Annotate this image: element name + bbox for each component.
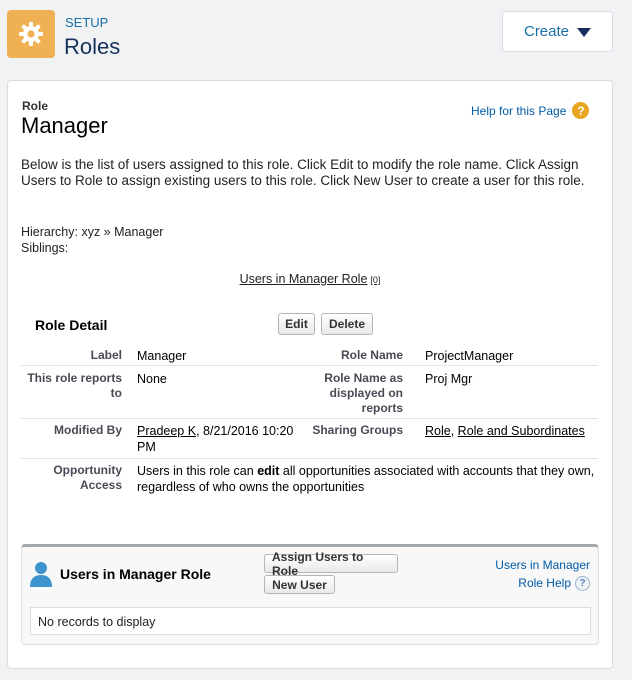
related-list-title: Users in Manager Role xyxy=(60,566,211,582)
question-icon: ? xyxy=(572,102,590,119)
hierarchy-info: Hierarchy: xyz » Manager Siblings: xyxy=(21,224,163,256)
sharing-group-role-link[interactable]: Role xyxy=(425,424,451,438)
opportunity-access-label: Opportunity Access xyxy=(53,463,122,492)
role-detail-title: Role Detail xyxy=(35,317,108,333)
opportunity-text-pre: Users in this role can xyxy=(137,464,258,478)
question-icon: ? xyxy=(575,576,590,592)
detail-row: Opportunity Access Users in this role ca… xyxy=(21,459,598,503)
display-name-label: Role Name as displayed on reports xyxy=(324,371,403,415)
modified-by-label: Modified By xyxy=(54,423,122,437)
role-label: Role xyxy=(22,99,49,113)
new-user-button[interactable]: New User xyxy=(264,575,335,594)
reports-to-label: This role reports to xyxy=(27,371,122,400)
help-for-page-link[interactable]: Help for this Page ? xyxy=(471,102,590,119)
hierarchy-label: Hierarchy: xyxy=(21,225,78,239)
role-name-field-value: ProjectManager xyxy=(425,349,514,363)
empty-records-message: No records to display xyxy=(30,607,591,635)
role-description: Below is the list of users assigned to t… xyxy=(21,157,585,188)
sharing-group-role-subordinates-link[interactable]: Role and Subordinates xyxy=(458,424,585,438)
help-link-label: Help for this Page xyxy=(471,103,567,118)
related-list-link-bar: Users in Manager Role [0] xyxy=(8,272,612,286)
sharing-groups-label: Sharing Groups xyxy=(312,423,403,437)
related-list-help-link[interactable]: Users in Manager Role Help? xyxy=(495,556,590,592)
create-button[interactable]: Create xyxy=(502,11,613,52)
setup-kicker: SETUP xyxy=(65,15,109,30)
caret-down-icon xyxy=(577,27,592,37)
related-help-line-1: Users in Manager xyxy=(495,558,590,572)
label-field-label: Label xyxy=(90,348,122,362)
detail-row: Modified By Pradeep K, 8/21/2016 10:20 P… xyxy=(21,419,598,459)
users-in-role-count: [0] xyxy=(370,275,381,285)
gear-icon xyxy=(7,10,55,58)
opportunity-access-value: Users in this role can edit all opportun… xyxy=(137,463,597,495)
modified-by-value: Pradeep K, 8/21/2016 10:20 PM xyxy=(137,423,309,455)
role-panel: Role Manager Help for this Page ? Below … xyxy=(7,80,613,669)
detail-row: This role reports to None Role Name as d… xyxy=(21,366,598,419)
detail-row: Label Manager Role Name ProjectManager xyxy=(21,342,598,366)
edit-button[interactable]: Edit xyxy=(278,313,315,335)
sharing-groups-value: Role, Role and Subordinates xyxy=(425,424,585,438)
user-icon xyxy=(28,560,54,588)
users-related-list: Users in Manager Role Assign Users to Ro… xyxy=(21,544,599,645)
create-button-label: Create xyxy=(523,23,570,40)
related-help-line-2: Role Help xyxy=(518,576,571,590)
opportunity-text-bold: edit xyxy=(257,464,280,478)
role-name-field-label: Role Name xyxy=(340,348,403,362)
setup-header: SETUP Roles Create xyxy=(0,0,632,76)
role-name-heading: Manager xyxy=(21,113,108,138)
role-detail-table: Label Manager Role Name ProjectManager T… xyxy=(21,342,598,503)
label-field-value: Manager xyxy=(137,349,187,363)
users-in-role-link[interactable]: Users in Manager Role xyxy=(240,272,368,286)
hierarchy-value: xyz » Manager xyxy=(81,225,164,239)
modified-by-user-link[interactable]: Pradeep K xyxy=(137,424,196,438)
assign-users-button[interactable]: Assign Users to Role xyxy=(264,550,398,578)
related-help-line-2-wrap: Role Help? xyxy=(495,574,590,592)
display-name-value: Proj Mgr xyxy=(425,372,473,386)
hierarchy-line: Hierarchy: xyz » Manager xyxy=(21,224,163,240)
delete-button[interactable]: Delete xyxy=(321,313,373,335)
siblings-label: Siblings: xyxy=(21,241,69,255)
page-title: Roles xyxy=(64,34,121,59)
reports-to-value: None xyxy=(137,372,167,386)
